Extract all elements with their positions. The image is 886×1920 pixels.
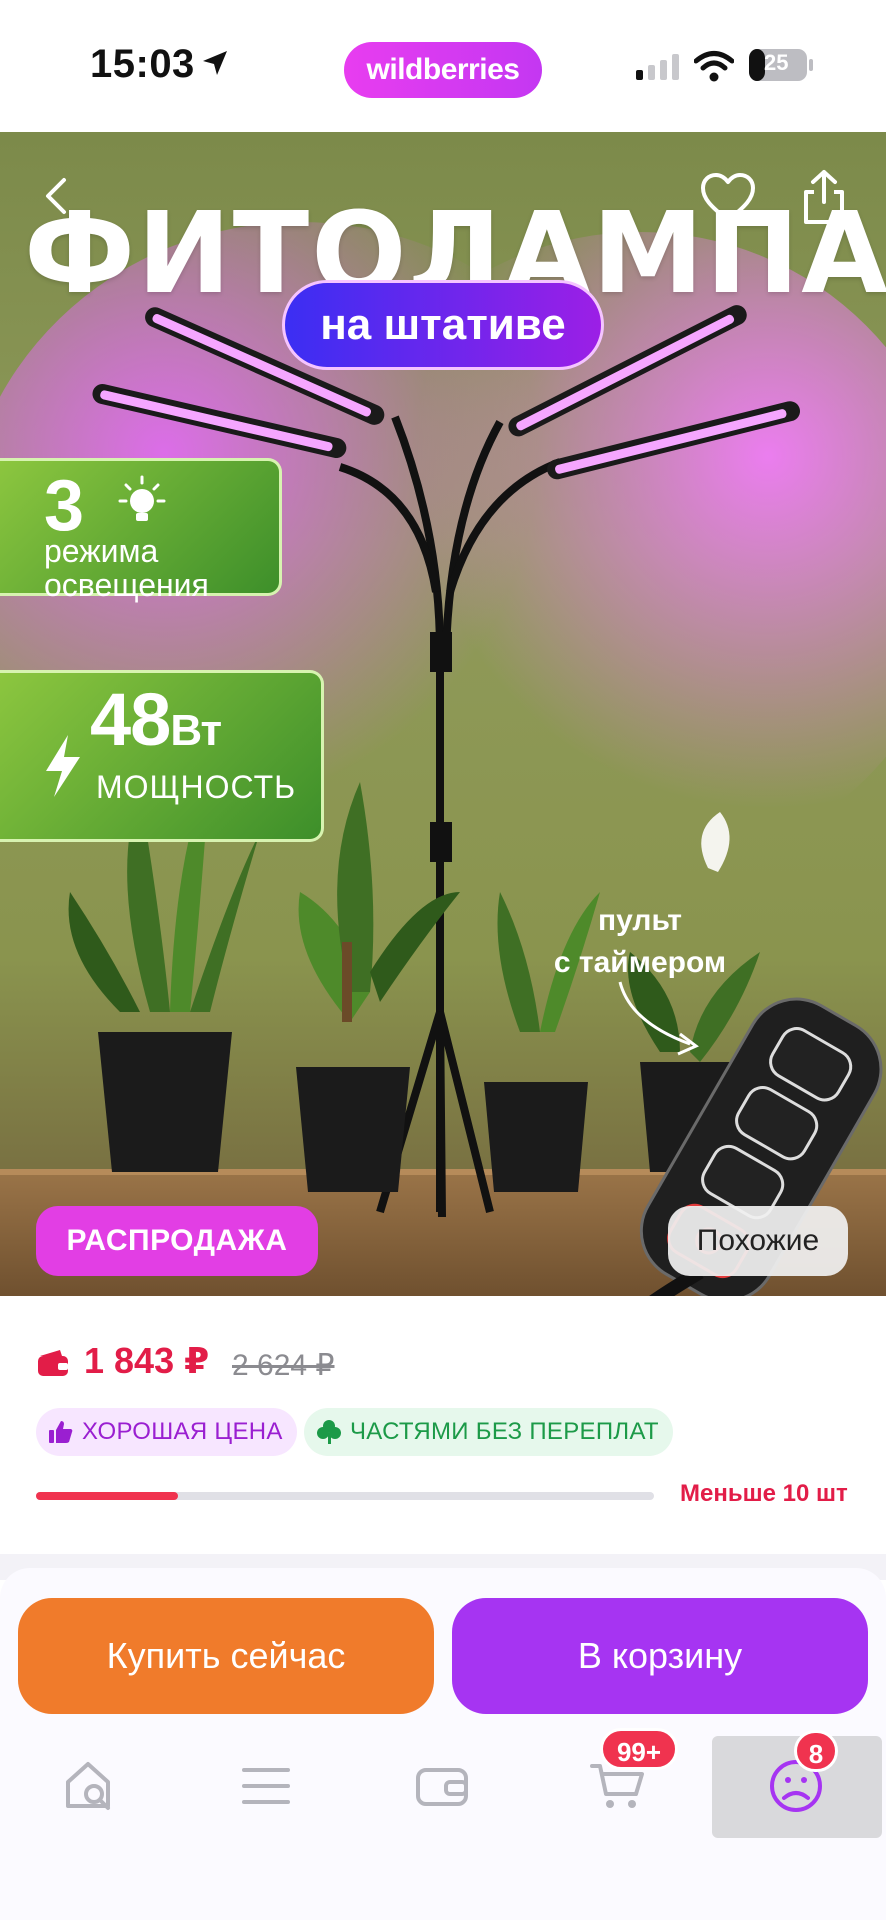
home-search-icon [66,1762,110,1810]
stock-progress-fill [36,1492,179,1500]
good-price-tag[interactable]: ХОРОШАЯ ЦЕНА [36,1408,297,1456]
cellular-signal-icon [636,54,679,80]
installments-label: ЧАСТЯМИ БЕЗ ПЕРЕПЛАТ [350,1418,659,1445]
power-unit: Вт [170,706,222,755]
power-label: МОЩНОСТЬ [96,769,297,805]
power-number: 48 [90,678,171,761]
location-arrow-icon [203,51,227,75]
lightbulb-icon [118,475,166,521]
price-card: 1 843 ₽ 2 624 ₽ ХОРОШАЯ ЦЕНА ЧАСТЯМИ БЕЗ… [0,1296,886,1554]
stock-progress-bar [36,1492,654,1500]
remote-caption-line1: пульт [598,904,682,937]
bottom-action-bar: Купить сейчас В корзину 99+ 8 [0,1568,886,1920]
tab-wallet[interactable] [382,1736,502,1832]
stock-text: Меньше 10 шт [680,1480,848,1507]
back-chevron-icon[interactable] [38,174,78,218]
thumbs-up-icon [49,1421,73,1443]
status-time: 15:03 [90,42,195,86]
image-subtitle-pill: на штативе [282,280,604,370]
lightning-bolt-icon [46,735,80,797]
clover-icon [317,1420,341,1444]
profile-count-badge: 8 [794,1730,838,1772]
wallet-icon [416,1768,468,1806]
product-screen: 15:03 wildberries 25 ФИТОЛАМПА на штатив… [0,0,886,1920]
menu-icon [242,1768,290,1804]
product-image[interactable]: ФИТОЛАМПА на штативе 3 режима освещения [0,132,886,1312]
modes-label-line1: режима [44,533,159,569]
wifi-icon [694,51,734,82]
similar-products-button[interactable]: Похожие [668,1206,848,1276]
status-bar: 15:03 wildberries 25 [0,0,886,132]
cart-count-badge: 99+ [600,1728,678,1770]
remote-caption: пульт с таймером [520,900,760,984]
badge-lighting-modes: 3 режима освещения [0,458,282,603]
current-price: 1 843 ₽ [84,1340,210,1381]
favorite-heart-icon[interactable] [700,172,756,224]
brand-logo: wildberries [344,42,542,98]
modes-label-line2: освещения [44,567,209,603]
buy-now-button[interactable]: Купить сейчас [18,1598,434,1714]
good-price-label: ХОРОШАЯ ЦЕНА [82,1418,283,1445]
sale-badge[interactable]: РАСПРОДАЖА [36,1206,318,1276]
old-price: 2 624 ₽ [232,1349,335,1382]
battery-level: 25 [764,50,789,75]
tab-catalog[interactable] [206,1736,326,1832]
tab-home[interactable] [30,1736,150,1832]
power-value: 48Вт [90,677,222,762]
share-icon[interactable] [800,168,848,226]
installments-tag[interactable]: ЧАСТЯМИ БЕЗ ПЕРЕПЛАТ [304,1408,673,1456]
wallet-icon [38,1350,68,1376]
badge-power: 48Вт МОЩНОСТЬ [0,670,324,842]
add-to-cart-button[interactable]: В корзину [452,1598,868,1714]
remote-caption-line2: с таймером [553,946,727,979]
